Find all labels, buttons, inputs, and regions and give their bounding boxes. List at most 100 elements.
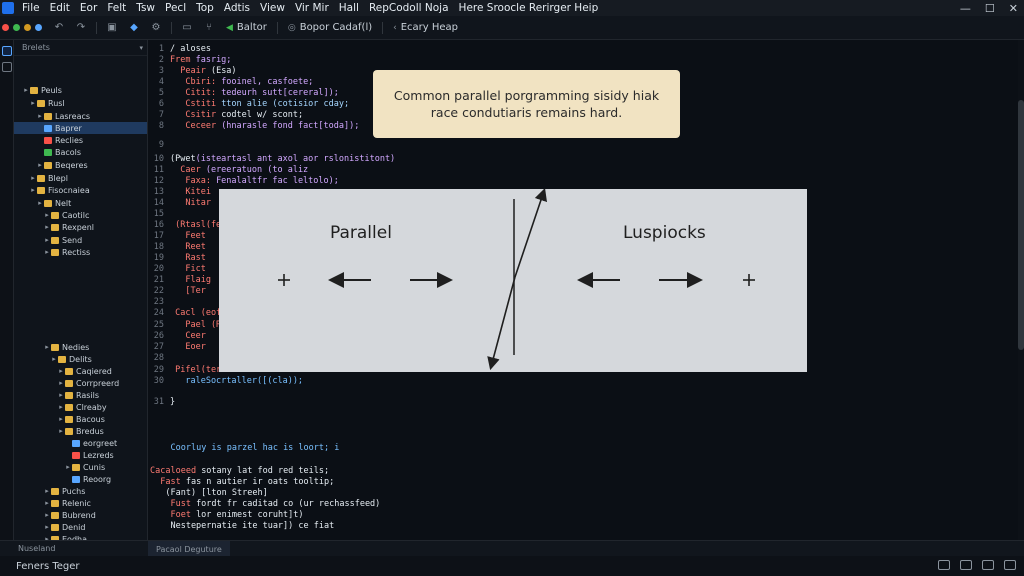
menu-item[interactable]: Pecl: [160, 2, 191, 14]
code-line: 16 (Rtasl(fe: [150, 220, 221, 231]
chevron-right-icon[interactable]: ▸: [29, 174, 37, 182]
chevron-right-icon[interactable]: ▸: [36, 112, 44, 120]
tree-item[interactable]: 22▸Nedies: [14, 341, 147, 353]
tree-item[interactable]: 32▸Cunis: [14, 461, 147, 473]
menu-item[interactable]: Vir Mir: [290, 2, 334, 14]
tree-item[interactable]: 1▸Peuls: [14, 84, 147, 96]
chevron-right-icon[interactable]: ▸: [43, 248, 51, 256]
redo-icon[interactable]: ↷: [75, 22, 87, 34]
chevron-right-icon[interactable]: ▸: [57, 427, 65, 435]
chevron-right-icon[interactable]: ▸: [22, 86, 30, 94]
menu-item[interactable]: Felt: [102, 2, 131, 14]
branch-icon[interactable]: ⑂: [203, 22, 215, 34]
tree-item[interactable]: 9▸Fisocnaiea: [14, 184, 147, 196]
folder-icon: [51, 487, 59, 495]
explorer-icon[interactable]: [2, 46, 12, 56]
tree-item[interactable]: 21▸Puchs: [14, 485, 147, 497]
tree-item[interactable]: 12▸Rexpenl: [14, 221, 147, 233]
tree-item[interactable]: 14▸Rectiss: [14, 246, 147, 258]
tree-item[interactable]: 25▸Corrpreerd: [14, 377, 147, 389]
chevron-right-icon[interactable]: ▸: [43, 236, 51, 244]
terminal-icon[interactable]: [982, 560, 994, 570]
tree-item[interactable]: 4Baprer: [14, 122, 147, 134]
minimize-icon[interactable]: —: [960, 2, 971, 15]
tree-item[interactable]: 10▸Nelt: [14, 197, 147, 209]
tree-item[interactable]: 24▸Caqiered: [14, 365, 147, 377]
chevron-right-icon[interactable]: ▸: [43, 487, 51, 495]
tree-item[interactable]: 20▸Denid: [14, 521, 147, 533]
save-icon[interactable]: ▣: [106, 22, 118, 34]
tree-item[interactable]: 27▸Clreaby: [14, 401, 147, 413]
chevron-right-icon[interactable]: ▸: [43, 223, 51, 231]
tree-item[interactable]: 28▸Bacous: [14, 413, 147, 425]
notification-icon[interactable]: [1004, 560, 1016, 570]
folder-icon: [44, 112, 52, 120]
code-token: Cacl (eof: [170, 308, 222, 318]
menu-item[interactable]: File: [17, 2, 45, 14]
tree-item[interactable]: 7▸Beqeres: [14, 159, 147, 171]
menu-item[interactable]: Top: [191, 2, 219, 14]
tree-item[interactable]: 8▸Blepl: [14, 172, 147, 184]
chevron-right-icon[interactable]: ▸: [57, 379, 65, 387]
menu-item[interactable]: Edit: [45, 2, 75, 14]
tree-item[interactable]: 3▸Lasreacs: [14, 110, 147, 122]
chevron-right-icon[interactable]: ▸: [43, 511, 51, 519]
undo-icon[interactable]: ↶: [53, 22, 65, 34]
tree-item[interactable]: 31Lezreds: [14, 449, 147, 461]
tree-item[interactable]: 26▸Rasils: [14, 389, 147, 401]
menu-item[interactable]: RepCodoll Noja: [364, 2, 454, 14]
extension-icon[interactable]: ◆: [128, 22, 140, 34]
tree-item[interactable]: 23▸Delits: [14, 353, 147, 365]
folder-icon: [65, 403, 73, 411]
chevron-right-icon[interactable]: ▸: [50, 355, 58, 363]
chevron-right-icon[interactable]: ▸: [43, 343, 51, 351]
chevron-right-icon[interactable]: ▸: [57, 367, 65, 375]
chevron-down-icon[interactable]: ▾: [139, 44, 143, 52]
chevron-right-icon[interactable]: ▸: [64, 463, 72, 471]
menu-item[interactable]: Eor: [75, 2, 102, 14]
chevron-right-icon[interactable]: ▸: [43, 211, 51, 219]
run-button[interactable]: ◀ Baltor: [220, 22, 273, 33]
menu-item[interactable]: Adtis: [219, 2, 255, 14]
scrollbar[interactable]: [1018, 40, 1024, 540]
debug-button[interactable]: ◎ Bopor Cadaf(l): [282, 22, 378, 33]
code-token: Cstiti: [170, 99, 222, 109]
chevron-right-icon[interactable]: ▸: [57, 415, 65, 423]
chevron-right-icon[interactable]: ▸: [29, 186, 37, 194]
chevron-right-icon[interactable]: ▸: [36, 161, 44, 169]
chevron-right-icon[interactable]: ▸: [36, 199, 44, 207]
chevron-right-icon[interactable]: ▸: [43, 499, 51, 507]
tree-item-label: Rexpenl: [62, 222, 95, 232]
chevron-right-icon[interactable]: ▸: [43, 523, 51, 531]
settings-icon[interactable]: ⚙: [150, 22, 162, 34]
heap-button[interactable]: ‹ Ecary Heap: [387, 22, 464, 33]
chevron-right-icon[interactable]: ▸: [57, 391, 65, 399]
tree-item[interactable]: 13▸Send: [14, 234, 147, 246]
tree-item[interactable]: 33Reoorg: [14, 473, 147, 485]
close-icon[interactable]: ✕: [1009, 2, 1018, 15]
menu-item[interactable]: Tsw: [131, 2, 160, 14]
chevron-right-icon[interactable]: ▸: [57, 403, 65, 411]
menu-item[interactable]: Here Sroocle Rerirger Heip: [454, 2, 604, 14]
menu-item[interactable]: View: [255, 2, 290, 14]
code-comment-line: Coorluy is parzel hac is loort; i: [170, 443, 340, 453]
tree-item[interactable]: 2▸Rusl: [14, 97, 147, 109]
tree-item[interactable]: 19▸Bubrend: [14, 509, 147, 521]
layout-icon[interactable]: [960, 560, 972, 570]
panel-tab[interactable]: Pacaol Deguture: [148, 541, 230, 557]
code-line: 27 Eoer: [150, 342, 206, 353]
comment-icon[interactable]: ▭: [181, 22, 193, 34]
scrollbar-thumb[interactable]: [1018, 100, 1024, 350]
tree-item[interactable]: 28▸Relenic: [14, 497, 147, 509]
chevron-right-icon[interactable]: ▸: [29, 99, 37, 107]
panel-icon[interactable]: [938, 560, 950, 570]
tree-item[interactable]: 21▸Eodha: [14, 533, 147, 540]
tree-item[interactable]: 5Reclies: [14, 134, 147, 146]
menu-item[interactable]: Hall: [334, 2, 364, 14]
search-icon[interactable]: [2, 62, 12, 72]
maximize-icon[interactable]: ☐: [985, 2, 995, 15]
tree-item[interactable]: 29▸Bredus: [14, 425, 147, 437]
tree-item[interactable]: 30eorgreet: [14, 437, 147, 449]
tree-item[interactable]: 11▸Caotilc: [14, 209, 147, 221]
tree-item[interactable]: 6Bacols: [14, 146, 147, 158]
